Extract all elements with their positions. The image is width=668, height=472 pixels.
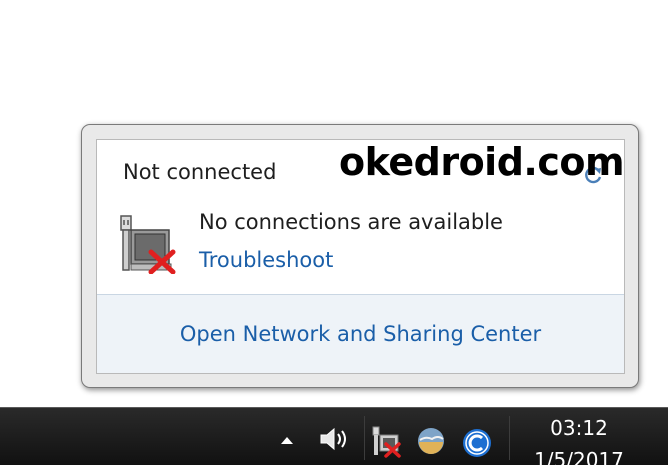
- open-network-sharing-center-link[interactable]: Open Network and Sharing Center: [97, 322, 624, 346]
- watermark-text: okedroid.com: [339, 140, 625, 184]
- volume-icon[interactable]: [318, 426, 350, 452]
- network-flyout: Not connected okedroid.com No connection…: [81, 124, 639, 388]
- tray-separator: [364, 416, 365, 460]
- flyout-panel: Not connected okedroid.com No connection…: [96, 139, 625, 374]
- status-title: Not connected: [123, 160, 277, 184]
- clock-date: 1/5/2017: [534, 448, 624, 472]
- weather-icon[interactable]: [414, 426, 448, 458]
- show-hidden-icons-arrow[interactable]: [280, 434, 294, 446]
- ccleaner-icon[interactable]: [462, 428, 492, 458]
- taskbar: 03:12 1/5/2017: [0, 407, 668, 472]
- connection-status-area: Not connected okedroid.com No connection…: [97, 140, 625, 294]
- no-connections-message: No connections are available: [199, 210, 503, 234]
- network-disconnected-icon[interactable]: [370, 424, 404, 458]
- troubleshoot-link[interactable]: Troubleshoot: [199, 248, 333, 272]
- network-disconnected-icon: [120, 215, 176, 274]
- clock-time: 03:12: [550, 416, 608, 440]
- tray-separator: [509, 416, 510, 460]
- flyout-footer: Open Network and Sharing Center: [97, 295, 624, 373]
